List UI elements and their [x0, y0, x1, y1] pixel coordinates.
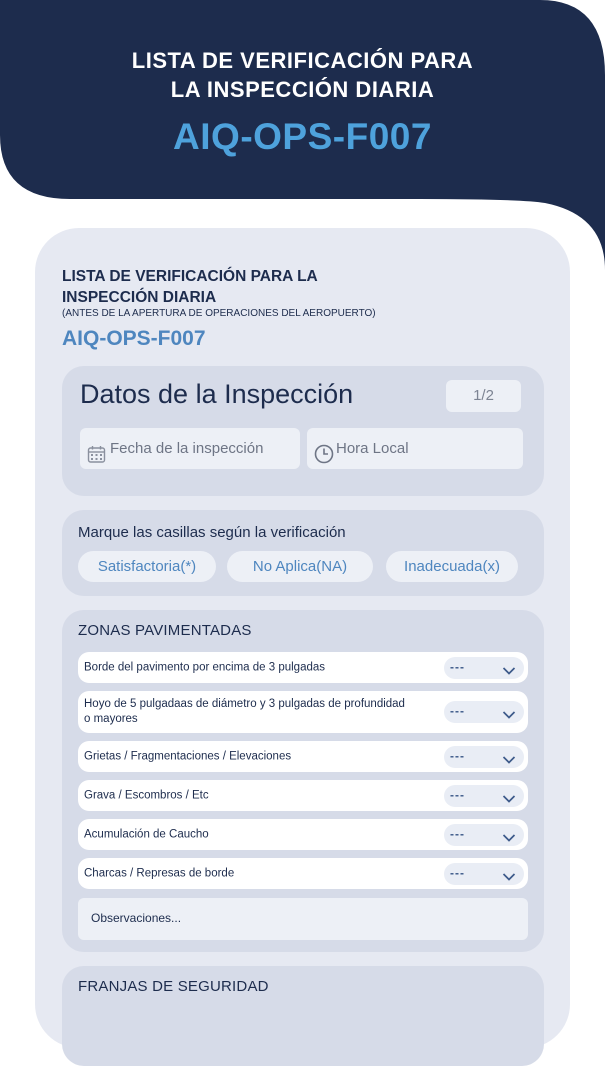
- chevron-down-icon: [502, 663, 516, 681]
- inspection-date-placeholder: Fecha de la inspección: [110, 440, 264, 457]
- checklist-row: Charcas / Represas de borde ---: [78, 858, 528, 889]
- checklist-item-label: Acumulación de Caucho: [84, 828, 209, 840]
- status-dropdown[interactable]: ---: [444, 862, 524, 887]
- checklist-item-label: Charcas / Represas de borde: [84, 867, 235, 879]
- chevron-down-icon: [502, 791, 516, 809]
- checklist-row: Hoyo de 5 pulgadaas de diámetro y 3 pulg…: [78, 691, 528, 733]
- legend-satisfactory: Satisfactoria(*): [78, 551, 216, 582]
- checklist-item-label: Hoyo de 5 pulgadaas de diámetro y 3 pulg…: [84, 698, 405, 725]
- checklist-row: Acumulación de Caucho ---: [78, 819, 528, 850]
- observations-placeholder: Observaciones...: [91, 911, 182, 925]
- status-dropdown[interactable]: ---: [444, 784, 524, 809]
- checklist-item-label: Grietas / Fragmentaciones / Elevaciones: [84, 750, 292, 762]
- status-dropdown[interactable]: ---: [444, 701, 524, 723]
- paved-zones-title: ZONAS PAVIMENTADAS: [78, 622, 252, 639]
- status-dropdown-value: ---: [450, 659, 465, 674]
- legend-inadequate: Inadecuada(x): [386, 551, 518, 582]
- form-title-line1: LISTA DE VERIFICACIÓN PARA LA: [62, 268, 318, 285]
- form-title-line2: INSPECCIÓN DIARIA: [62, 289, 217, 306]
- inspection-date-field[interactable]: Fecha de la inspección: [80, 428, 300, 469]
- checklist-item-label: Grava / Escombros / Etc: [84, 789, 209, 801]
- status-dropdown-value: ---: [450, 787, 465, 802]
- status-dropdown-value: ---: [450, 748, 465, 763]
- observations-field[interactable]: Observaciones...: [78, 898, 528, 940]
- calendar-icon: [87, 439, 106, 480]
- paved-zones-section: ZONAS PAVIMENTADAS Borde del pavimento p…: [62, 610, 544, 952]
- clock-icon: [314, 439, 334, 480]
- safety-strips-section: FRANJAS DE SEGURIDAD: [62, 966, 544, 1066]
- inspection-data-title: Datos de la Inspección: [80, 379, 354, 409]
- status-dropdown-value: ---: [450, 704, 465, 718]
- verification-instruction: Marque las casillas según la verificació…: [78, 524, 346, 541]
- status-dropdown-value: ---: [450, 865, 465, 880]
- form-card: LISTA DE VERIFICACIÓN PARA LA INSPECCIÓN…: [35, 228, 570, 1066]
- form-subtitle: (ANTES DE LA APERTURA DE OPERACIONES DEL…: [62, 308, 376, 319]
- header-code: AIQ-OPS-F007: [173, 116, 432, 157]
- safety-strips-title: FRANJAS DE SEGURIDAD: [78, 978, 269, 995]
- chevron-down-icon: [502, 869, 516, 887]
- header-title-line2: LA INSPECCIÓN DIARIA: [170, 77, 435, 102]
- checklist-row: Grava / Escombros / Etc ---: [78, 780, 528, 811]
- header-title-line1: LISTA DE VERIFICACIÓN PARA: [131, 48, 474, 73]
- checklist-row: Borde del pavimento por encima de 3 pulg…: [78, 652, 528, 683]
- form-title: LISTA DE VERIFICACIÓN PARA LA INSPECCIÓN…: [62, 266, 318, 308]
- local-time-placeholder: Hora Local: [336, 440, 409, 457]
- checklist-item-label: Borde del pavimento por encima de 3 pulg…: [84, 661, 326, 673]
- page-indicator: 1/2: [446, 380, 521, 412]
- legend-not-applicable: No Aplica(NA): [227, 551, 373, 582]
- checklist-row: Grietas / Fragmentaciones / Elevaciones …: [78, 741, 528, 772]
- chevron-down-icon: [502, 707, 516, 725]
- verification-legend-section: Marque las casillas según la verificació…: [62, 510, 544, 596]
- status-dropdown-value: ---: [450, 826, 465, 841]
- chevron-down-icon: [502, 830, 516, 848]
- status-dropdown[interactable]: ---: [444, 745, 524, 770]
- header-title: LISTA DE VERIFICACIÓN PARA LA INSPECCIÓN…: [0, 46, 605, 104]
- local-time-field[interactable]: Hora Local: [307, 428, 523, 469]
- form-code: AIQ-OPS-F007: [62, 327, 206, 350]
- inspection-data-section: Datos de la Inspección 1/2 Fecha de la i…: [62, 366, 544, 496]
- status-dropdown[interactable]: ---: [444, 656, 524, 681]
- status-dropdown[interactable]: ---: [444, 823, 524, 848]
- chevron-down-icon: [502, 752, 516, 770]
